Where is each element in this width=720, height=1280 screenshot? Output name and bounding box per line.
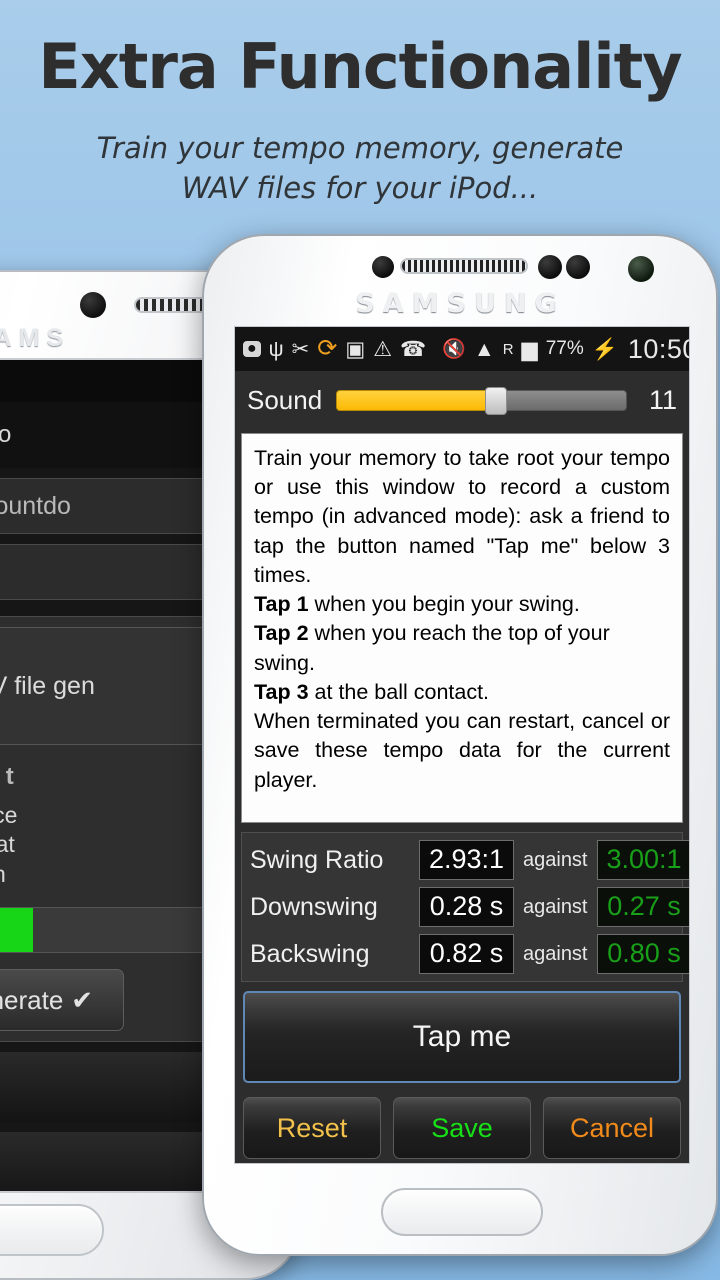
action-button-row: Reset Save Cancel <box>243 1097 681 1159</box>
background-phone-home-button[interactable] <box>0 1204 104 1256</box>
foreground-phone: SAMSUNG ● ψ ✂ ⟳ ▣ ⚠ ☎ 🔇 ▲ R ▆ 77% ⚡ 10:5… <box>202 234 718 1256</box>
measurement-value: 0.82 s <box>419 934 514 974</box>
tap-2-label: Tap 2 <box>254 621 309 646</box>
status-bar-clock: 10:50 <box>627 333 689 364</box>
battery-charging-icon: ⚡ <box>591 337 618 361</box>
usb-icon: ψ <box>268 337 284 361</box>
page-title: Extra Functionality <box>38 30 682 103</box>
status-bar: ● ψ ✂ ⟳ ▣ ⚠ ☎ 🔇 ▲ R ▆ 77% ⚡ 10:50 <box>235 327 689 371</box>
measurement-target: 3.00:1 <box>596 840 689 880</box>
measurement-row-swing-ratio: Swing Ratio 2.93:1 against 3.00:1 <box>250 840 689 880</box>
phone-screen: ● ψ ✂ ⟳ ▣ ⚠ ☎ 🔇 ▲ R ▆ 77% ⚡ 10:50 Sound … <box>234 326 690 1164</box>
instructions-panel: Train your memory to take root your temp… <box>241 433 683 823</box>
promo-subtitle-line-1: Train your tempo memory, generate <box>96 131 624 165</box>
measurement-row-backswing: Backswing 0.82 s against 0.80 s <box>250 934 689 974</box>
background-generate-button[interactable]: Generate ✔ <box>0 969 124 1032</box>
tap-me-button[interactable]: Tap me <box>243 991 681 1083</box>
tap-3-text: at the ball contact. <box>308 679 490 704</box>
light-sensor-icon <box>538 255 562 279</box>
against-label: against <box>523 942 588 965</box>
sound-label: Sound <box>247 384 323 415</box>
signal-icon: ▆ <box>521 337 538 361</box>
measurements-panel: Swing Ratio 2.93:1 against 3.00:1 Downsw… <box>241 832 689 982</box>
slider-fill <box>336 390 497 411</box>
secondary-sensor-icon <box>566 255 590 279</box>
check-icon: ✔ <box>71 984 94 1015</box>
measurement-label: Swing Ratio <box>250 845 384 874</box>
progress-fill <box>0 908 34 953</box>
tap-1-label: Tap 1 <box>254 592 309 617</box>
against-label: against <box>523 895 588 918</box>
tap-1-text: when you begin your swing. <box>308 592 580 617</box>
promo-header: Extra Functionality Train your tempo mem… <box>0 0 720 235</box>
battery-percent: 77% <box>545 338 584 359</box>
measurement-value: 2.93:1 <box>419 840 514 880</box>
checkbox-line-3: associated with th <box>0 861 6 887</box>
background-phone-camera-icon <box>80 292 106 318</box>
measurement-row-downswing: Downswing 0.28 s against 0.27 s <box>250 887 689 927</box>
measurement-target: 0.80 s <box>596 934 689 974</box>
measurement-target: 0.27 s <box>596 887 689 927</box>
warning-icon: ⚠ <box>373 337 393 361</box>
promo-subtitle-line-2: WAV files for your iPod... <box>181 171 539 206</box>
sound-row: Sound 11 <box>235 371 689 429</box>
sync-icon: ⟳ <box>317 335 338 362</box>
promo-subtitle: Train your tempo memory, generate WAV fi… <box>0 128 720 208</box>
phone-brand: SAMSUNG <box>355 288 565 319</box>
phone-home-button[interactable] <box>381 1188 543 1236</box>
proximity-sensor-icon <box>372 256 394 278</box>
tap-2-line: Tap 2 when you reach the top of your swi… <box>254 619 670 677</box>
tap-instructions: Tap 1 when you begin your swing. Tap 2 w… <box>254 590 670 707</box>
tap-3-line: Tap 3 at the ball contact. <box>254 678 670 707</box>
wifi-icon: ▲ <box>473 337 495 361</box>
download-icon: ● <box>243 341 261 357</box>
background-app-title: Mobile Golf Tempo <box>0 421 11 449</box>
cancel-button[interactable]: Cancel <box>543 1097 681 1159</box>
tap-3-label: Tap 3 <box>254 679 309 704</box>
image-icon: ▣ <box>345 337 366 361</box>
measurement-label: Backswing <box>250 939 370 968</box>
reset-button[interactable]: Reset <box>243 1097 381 1159</box>
instructions-paragraph-2: When terminated you can restart, cancel … <box>254 709 670 792</box>
earpiece-icon <box>400 258 528 274</box>
generate-label: Generate <box>0 984 64 1015</box>
broom-icon: ✂ <box>291 337 310 361</box>
roaming-icon: R <box>502 340 514 358</box>
slider-thumb[interactable] <box>485 387 508 415</box>
call-icon: ☎ <box>400 337 427 361</box>
checkbox-line-1: At the end of proce <box>0 802 18 828</box>
instructions-paragraph-1: Train your memory to take root your temp… <box>254 446 670 587</box>
measurement-label: Downswing <box>250 892 378 921</box>
background-checkbox-text: At the end of proce launch the applicat … <box>0 801 17 889</box>
checkbox-line-2: launch the applicat <box>0 831 15 858</box>
against-label: against <box>523 848 588 871</box>
save-button[interactable]: Save <box>393 1097 531 1159</box>
front-camera-icon <box>628 256 654 282</box>
sound-value: 11 <box>648 384 677 415</box>
tap-1-line: Tap 1 when you begin your swing. <box>254 590 670 619</box>
measurement-value: 0.28 s <box>419 887 514 927</box>
sound-slider[interactable] <box>336 387 627 415</box>
mute-icon: 🔇 <box>442 338 466 360</box>
